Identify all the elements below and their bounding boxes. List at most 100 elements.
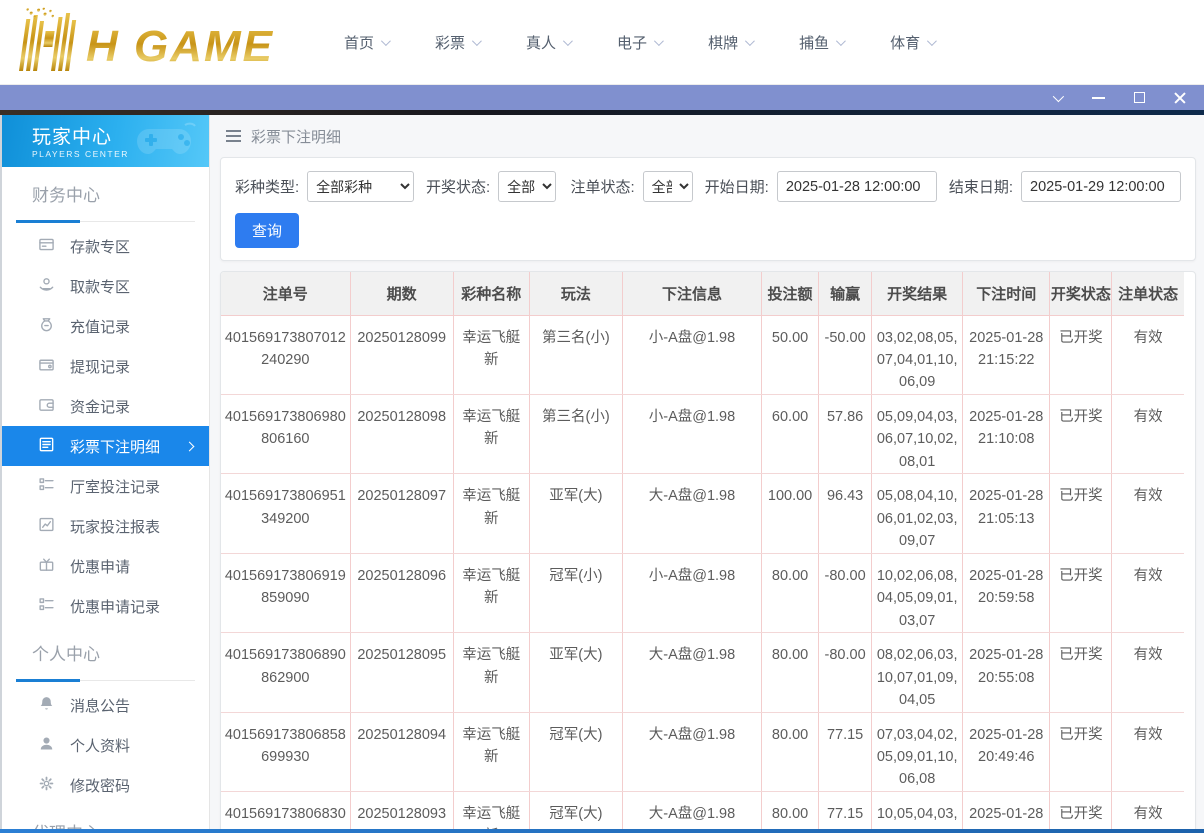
svg-text:H GAME: H GAME bbox=[86, 22, 274, 71]
nav-item-6[interactable]: 体育 bbox=[890, 32, 934, 53]
window-close-button[interactable] bbox=[1172, 90, 1188, 106]
nav-item-label: 体育 bbox=[890, 32, 920, 53]
table-header-cell: 注单号 bbox=[221, 272, 350, 315]
sidebar-section-title-1: 个人中心 bbox=[2, 626, 209, 668]
sidebar-section-title-0: 财务中心 bbox=[2, 167, 209, 209]
table-cell: 冠军(小) bbox=[529, 553, 622, 632]
table-cell: 有效 bbox=[1112, 315, 1184, 394]
table-header-cell: 注单状态 bbox=[1112, 272, 1184, 315]
sidebar-item-withdraw-hand[interactable]: 取款专区 bbox=[2, 266, 209, 306]
sidebar-item-label: 提现记录 bbox=[70, 356, 130, 377]
sidebar-item-label: 存款专区 bbox=[70, 236, 130, 257]
table-cell: 77.15 bbox=[819, 791, 872, 829]
page-title: 彩票下注明细 bbox=[251, 126, 341, 147]
menu-toggle-icon[interactable] bbox=[226, 130, 241, 142]
table-cell: 已开奖 bbox=[1050, 791, 1112, 829]
sidebar-item-promo-records[interactable]: 优惠申请记录 bbox=[2, 586, 209, 626]
recharge-bag-icon bbox=[38, 316, 55, 333]
table-header-cell: 彩种名称 bbox=[453, 272, 529, 315]
sidebar-item-label: 玩家投注报表 bbox=[70, 516, 160, 537]
nav-item-0[interactable]: 首页 bbox=[344, 32, 388, 53]
sidebar-item-label: 优惠申请 bbox=[70, 556, 130, 577]
search-button[interactable]: 查询 bbox=[235, 213, 299, 248]
chevron-down-icon bbox=[745, 36, 755, 46]
table-cell: 07,03,04,02,05,09,01,10,06,08 bbox=[872, 712, 963, 791]
hall-bets-icon bbox=[38, 476, 55, 493]
table-cell: 小-A盘@1.98 bbox=[622, 553, 761, 632]
hgame-logo-icon: H GAME bbox=[6, 7, 286, 77]
table-cell: 有效 bbox=[1112, 553, 1184, 632]
window-dropdown-button[interactable] bbox=[1049, 90, 1065, 106]
sidebar-item-label: 充值记录 bbox=[70, 316, 130, 337]
table-cell: 20250128098 bbox=[350, 394, 453, 473]
promo-records-icon-wrap bbox=[38, 596, 55, 617]
nav-item-1[interactable]: 彩票 bbox=[435, 32, 479, 53]
withdraw-record-icon-wrap bbox=[38, 356, 55, 377]
nav-item-label: 捕鱼 bbox=[799, 32, 829, 53]
sidebar-item-gear[interactable]: 修改密码 bbox=[2, 765, 209, 805]
start-date-label: 开始日期: bbox=[705, 176, 769, 197]
sidebar-item-deposit-card[interactable]: 存款专区 bbox=[2, 226, 209, 266]
table-cell: 大-A盘@1.98 bbox=[622, 474, 761, 553]
player-report-icon-wrap bbox=[38, 516, 55, 537]
table-row: 40156917380689086290020250128095幸运飞艇新亚军(… bbox=[221, 633, 1184, 712]
recharge-bag-icon-wrap bbox=[38, 316, 55, 337]
start-date-input[interactable] bbox=[777, 171, 937, 202]
sidebar-item-person[interactable]: 个人资料 bbox=[2, 725, 209, 765]
nav-item-5[interactable]: 捕鱼 bbox=[799, 32, 843, 53]
nav-item-2[interactable]: 真人 bbox=[526, 32, 570, 53]
table-cell: 03,02,08,05,07,04,01,10,06,09 bbox=[872, 315, 963, 394]
withdraw-record-icon bbox=[38, 356, 55, 373]
table-cell: 亚军(大) bbox=[529, 633, 622, 712]
promo-apply-icon-wrap bbox=[38, 556, 55, 577]
table-cell: 401569173806858699930 bbox=[221, 712, 350, 791]
nav-item-label: 电子 bbox=[617, 32, 647, 53]
table-cell: 60.00 bbox=[762, 394, 819, 473]
promo-records-icon bbox=[38, 596, 55, 613]
sidebar-item-withdraw-record[interactable]: 提现记录 bbox=[2, 346, 209, 386]
nav-item-label: 棋牌 bbox=[708, 32, 738, 53]
end-date-input[interactable] bbox=[1021, 171, 1181, 202]
sidebar-item-bets-list[interactable]: 彩票下注明细 bbox=[2, 426, 209, 466]
table-cell: 幸运飞艇新 bbox=[453, 315, 529, 394]
hall-bets-icon-wrap bbox=[38, 476, 55, 497]
sidebar-item-bell[interactable]: 消息公告 bbox=[2, 685, 209, 725]
table-cell: 2025-01-28 20:55:08 bbox=[963, 633, 1050, 712]
nav-item-label: 彩票 bbox=[435, 32, 465, 53]
draw-status-select[interactable]: 全部 bbox=[498, 171, 556, 202]
person-icon-wrap bbox=[38, 735, 55, 756]
table-cell: 20250128095 bbox=[350, 633, 453, 712]
order-status-label: 注单状态: bbox=[570, 176, 634, 197]
sidebar-item-funds-wallet[interactable]: 资金记录 bbox=[2, 386, 209, 426]
sidebar-item-promo-apply[interactable]: 优惠申请 bbox=[2, 546, 209, 586]
table-header-cell: 下注时间 bbox=[963, 272, 1050, 315]
nav-item-3[interactable]: 电子 bbox=[617, 32, 661, 53]
table-cell: 100.00 bbox=[762, 474, 819, 553]
funds-wallet-icon-wrap bbox=[38, 396, 55, 417]
person-icon bbox=[38, 735, 55, 752]
sidebar-item-player-report[interactable]: 玩家投注报表 bbox=[2, 506, 209, 546]
table-cell: 幸运飞艇新 bbox=[453, 474, 529, 553]
window-bottom-border bbox=[0, 829, 1204, 833]
sidebar-item-hall-bets[interactable]: 厅室投注记录 bbox=[2, 466, 209, 506]
table-cell: 401569173806951349200 bbox=[221, 474, 350, 553]
window-minimize-button[interactable] bbox=[1090, 90, 1106, 106]
table-cell: 77.15 bbox=[819, 712, 872, 791]
brand-logo[interactable]: H GAME bbox=[6, 7, 286, 77]
table-cell: 2025-01-28 20:49:46 bbox=[963, 712, 1050, 791]
table-cell: 幸运飞艇新 bbox=[453, 791, 529, 829]
main-nav: 首页 彩票 真人 电子 棋牌 捕鱼 体育 bbox=[344, 32, 934, 53]
table-row: 40156917380683017093020250128093幸运飞艇新冠军(… bbox=[221, 791, 1184, 829]
bets-list-icon-wrap bbox=[38, 436, 55, 457]
lottery-type-select[interactable]: 全部彩种 bbox=[307, 171, 414, 202]
window-maximize-button[interactable] bbox=[1131, 90, 1147, 106]
table-header-row: 注单号期数彩种名称玩法下注信息投注额输赢开奖结果下注时间开奖状态注单状态 bbox=[221, 272, 1184, 315]
nav-item-4[interactable]: 棋牌 bbox=[708, 32, 752, 53]
section-divider bbox=[16, 680, 195, 681]
table-row: 40156917380695134920020250128097幸运飞艇新亚军(… bbox=[221, 474, 1184, 553]
table-cell: 96.43 bbox=[819, 474, 872, 553]
draw-status-label: 开奖状态: bbox=[426, 176, 490, 197]
sidebar-item-recharge-bag[interactable]: 充值记录 bbox=[2, 306, 209, 346]
close-icon bbox=[1173, 91, 1187, 105]
order-status-select[interactable]: 全部 bbox=[643, 171, 693, 202]
